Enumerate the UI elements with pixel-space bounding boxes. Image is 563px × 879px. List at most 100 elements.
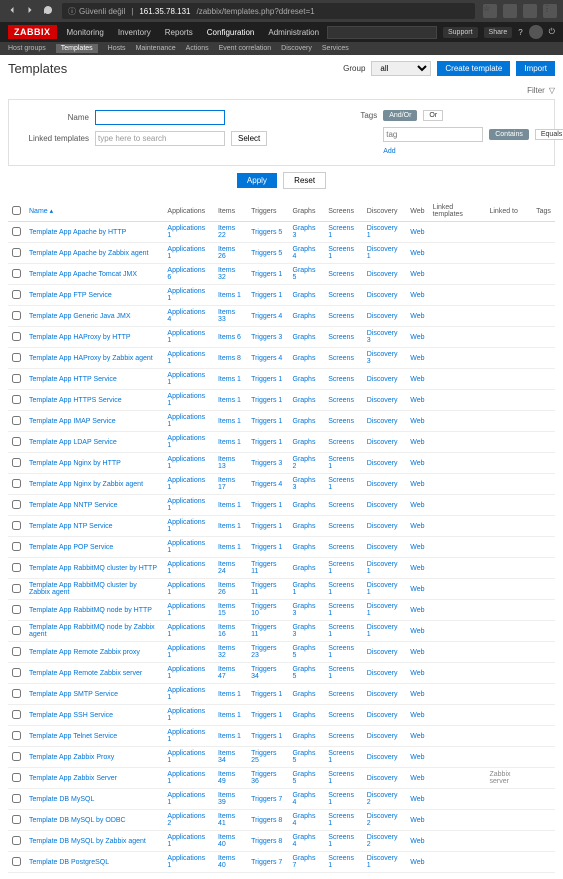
triggers-link[interactable]: Triggers 10 <box>251 603 276 617</box>
discovery-link[interactable]: Discovery <box>367 271 398 278</box>
items-link[interactable]: Items 6 <box>218 334 241 341</box>
apps-link[interactable]: Applications 1 <box>167 435 205 449</box>
triggers-link[interactable]: Triggers 36 <box>251 771 276 785</box>
items-link[interactable]: Items 34 <box>218 750 235 764</box>
graphs-link[interactable]: Graphs 7 <box>293 855 316 869</box>
graphs-link[interactable]: Graphs 5 <box>293 267 316 281</box>
discovery-link[interactable]: Discovery <box>367 733 398 740</box>
web-link[interactable]: Web <box>410 502 424 509</box>
apps-link[interactable]: Applications 1 <box>167 288 205 302</box>
triggers-link[interactable]: Triggers 7 <box>251 796 282 803</box>
apps-link[interactable]: Applications 1 <box>167 540 205 554</box>
discovery-link[interactable]: Discovery <box>367 439 398 446</box>
template-name-link[interactable]: Template App NTP Service <box>29 523 113 530</box>
discovery-link[interactable]: Discovery 1 <box>367 582 398 596</box>
triggers-link[interactable]: Triggers 1 <box>251 733 282 740</box>
filter-toggle[interactable]: Filter ▽ <box>0 82 563 99</box>
triggers-link[interactable]: Triggers 4 <box>251 313 282 320</box>
web-link[interactable]: Web <box>410 607 424 614</box>
apps-link[interactable]: Applications 1 <box>167 456 205 470</box>
web-link[interactable]: Web <box>410 859 424 866</box>
row-checkbox[interactable] <box>12 290 21 299</box>
items-link[interactable]: Items 22 <box>218 225 235 239</box>
create-template-button[interactable]: Create template <box>437 61 510 76</box>
apps-link[interactable]: Applications 1 <box>167 393 205 407</box>
graphs-link[interactable]: Graphs <box>293 523 316 530</box>
apps-link[interactable]: Applications 4 <box>167 309 205 323</box>
screens-link[interactable]: Screens <box>328 712 354 719</box>
screens-link[interactable]: Screens 1 <box>328 561 354 575</box>
graphs-link[interactable]: Graphs <box>293 439 316 446</box>
graphs-link[interactable]: Graphs 4 <box>293 792 316 806</box>
screens-link[interactable]: Screens 1 <box>328 603 354 617</box>
row-checkbox[interactable] <box>12 731 21 740</box>
graphs-link[interactable]: Graphs <box>293 376 316 383</box>
items-link[interactable]: Items 1 <box>218 376 241 383</box>
row-checkbox[interactable] <box>12 668 21 677</box>
row-checkbox[interactable] <box>12 353 21 362</box>
screens-link[interactable]: Screens 1 <box>328 813 354 827</box>
items-link[interactable]: Items 1 <box>218 397 241 404</box>
discovery-link[interactable]: Discovery <box>367 754 398 761</box>
apps-link[interactable]: Applications 1 <box>167 330 205 344</box>
web-link[interactable]: Web <box>410 481 424 488</box>
graphs-link[interactable]: Graphs <box>293 355 316 362</box>
screens-link[interactable]: Screens 1 <box>328 834 354 848</box>
screens-link[interactable]: Screens 1 <box>328 624 354 638</box>
template-name-link[interactable]: Template App POP Service <box>29 544 113 551</box>
row-checkbox[interactable] <box>12 689 21 698</box>
screens-link[interactable]: Screens <box>328 502 354 509</box>
graphs-link[interactable]: Graphs <box>293 313 316 320</box>
menu-administration[interactable]: Administration <box>268 28 319 37</box>
items-link[interactable]: Items 17 <box>218 477 235 491</box>
apps-link[interactable]: Applications 1 <box>167 834 205 848</box>
support-button[interactable]: Support <box>443 27 478 38</box>
apps-link[interactable]: Applications 1 <box>167 750 205 764</box>
graphs-link[interactable]: Graphs <box>293 565 316 572</box>
triggers-link[interactable]: Triggers 7 <box>251 859 282 866</box>
graphs-link[interactable]: Graphs 3 <box>293 603 316 617</box>
web-link[interactable]: Web <box>410 313 424 320</box>
row-checkbox[interactable] <box>12 836 21 845</box>
screens-link[interactable]: Screens <box>328 313 354 320</box>
discovery-link[interactable]: Discovery 2 <box>367 834 398 848</box>
discovery-link[interactable]: Discovery 3 <box>367 330 398 344</box>
screens-link[interactable]: Screens <box>328 691 354 698</box>
discovery-link[interactable]: Discovery <box>367 481 398 488</box>
discovery-link[interactable]: Discovery 3 <box>367 351 398 365</box>
screens-link[interactable]: Screens 1 <box>328 582 354 596</box>
subnav-services[interactable]: Services <box>322 45 349 52</box>
subnav-hostgroups[interactable]: Host groups <box>8 45 46 52</box>
discovery-link[interactable]: Discovery <box>367 670 398 677</box>
apps-link[interactable]: Applications 1 <box>167 225 205 239</box>
items-link[interactable]: Items 26 <box>218 582 235 596</box>
screens-link[interactable]: Screens 1 <box>328 771 354 785</box>
discovery-link[interactable]: Discovery <box>367 502 398 509</box>
row-checkbox[interactable] <box>12 395 21 404</box>
add-link[interactable]: Add <box>383 148 395 155</box>
items-link[interactable]: Items 49 <box>218 771 235 785</box>
user-avatar[interactable] <box>529 25 543 39</box>
triggers-link[interactable]: Triggers 1 <box>251 376 282 383</box>
items-link[interactable]: Items 1 <box>218 502 241 509</box>
extension-icon[interactable] <box>503 4 517 18</box>
import-button[interactable]: Import <box>516 61 555 76</box>
share-button[interactable]: Share <box>484 27 513 38</box>
web-link[interactable]: Web <box>410 649 424 656</box>
template-name-link[interactable]: Template App Nginx by HTTP <box>29 460 121 467</box>
logout-icon[interactable]: ⏻ <box>549 27 555 37</box>
screens-link[interactable]: Screens <box>328 733 354 740</box>
screens-link[interactable]: Screens <box>328 439 354 446</box>
template-name-link[interactable]: Template DB MySQL by ODBC <box>29 817 126 824</box>
row-checkbox[interactable] <box>12 248 21 257</box>
graphs-link[interactable]: Graphs <box>293 712 316 719</box>
graphs-link[interactable]: Graphs <box>293 733 316 740</box>
web-link[interactable]: Web <box>410 439 424 446</box>
discovery-link[interactable]: Discovery <box>367 544 398 551</box>
url-bar[interactable]: ⓘ Güvenli değil | 161.35.78.131/zabbix/t… <box>62 3 475 19</box>
menu-icon[interactable]: ⋮ <box>543 4 557 18</box>
web-link[interactable]: Web <box>410 775 424 782</box>
graphs-link[interactable]: Graphs <box>293 691 316 698</box>
graphs-link[interactable]: Graphs <box>293 334 316 341</box>
triggers-link[interactable]: Triggers 34 <box>251 666 276 680</box>
